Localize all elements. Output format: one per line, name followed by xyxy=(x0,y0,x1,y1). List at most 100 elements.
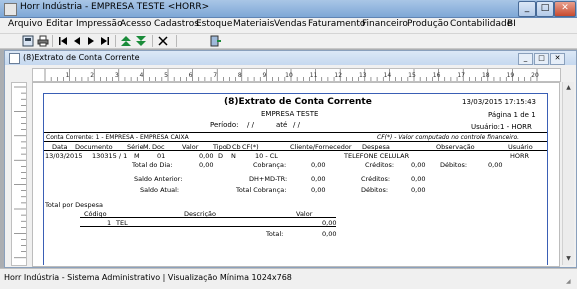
cancel-icon[interactable] xyxy=(157,35,169,47)
child-close-button[interactable]: ✕ xyxy=(550,53,565,65)
horizontal-ruler: 1 2 3 4 5 6 7 8 9 10 11 12 13 14 15 16 17 18 19 20 xyxy=(32,68,561,82)
columns-divider xyxy=(44,150,547,151)
child-maximize-button[interactable]: □ xyxy=(534,53,549,65)
dhmdtr-value: 0,00 xyxy=(311,175,326,183)
ruler-label: 15 xyxy=(408,72,416,79)
menu-vendas[interactable]: Vendas xyxy=(274,19,307,29)
menu-estoque[interactable]: Estoque xyxy=(196,19,232,29)
ruler-label: 11 xyxy=(310,72,318,79)
conta-divider xyxy=(44,141,547,142)
status-bar: Horr Indústria - Sistema Administrativo … xyxy=(0,268,577,289)
saldo-atual-label: Saldo Atual: xyxy=(140,186,180,194)
total-dia-value: 0,00 xyxy=(199,161,214,169)
report-page: (8)Extrato de Conta Corrente 13/03/2015 … xyxy=(32,82,560,267)
prev-page-icon[interactable] xyxy=(71,35,83,47)
menu-contabilidade[interactable]: Contabilidade xyxy=(450,19,512,29)
close-button[interactable]: ✕ xyxy=(554,1,576,17)
window-title: Horr Indústria - EMPRESA TESTE <HORR> xyxy=(20,2,210,12)
despesa-row-divider xyxy=(80,226,336,227)
row-cliente: 10 - CL xyxy=(255,152,278,160)
despesa-header-divider xyxy=(80,217,336,218)
report-icon xyxy=(9,53,20,64)
saldo-anterior-label: Saldo Anterior: xyxy=(134,175,183,183)
report-page-number: Página 1 de 1 xyxy=(488,111,536,119)
total-dia-label: Total do Dia: xyxy=(132,161,173,169)
close-preview-icon[interactable] xyxy=(22,35,34,47)
row-valor: 0,00 xyxy=(199,152,214,160)
ruler-label: 16 xyxy=(433,72,441,79)
menu-acesso[interactable]: Acesso xyxy=(120,19,151,29)
resize-grip-icon[interactable]: ◢ xyxy=(566,278,575,287)
despesa-total-value: 0,00 xyxy=(322,230,337,238)
print-icon[interactable] xyxy=(37,35,49,47)
row-tipo: D xyxy=(218,152,224,160)
status-text: Horr Indústria - Sistema Administrativo … xyxy=(4,273,292,282)
child-minimize-button[interactable]: _ xyxy=(518,53,533,65)
toolbar-separator xyxy=(52,35,53,47)
menu-impressao[interactable]: Impressão xyxy=(76,19,123,29)
ruler-label: 5 xyxy=(164,72,168,79)
menu-producao[interactable]: Produção xyxy=(407,19,449,29)
periodo-label: Período: xyxy=(210,121,239,129)
child-title-bar: (8)Extrato de Conta Corrente _ □ ✕ xyxy=(5,51,576,65)
minimize-button[interactable]: _ xyxy=(518,1,536,17)
debitos-label: Débitos: xyxy=(440,161,468,169)
ruler-label: 2 xyxy=(90,72,94,79)
ruler-label: 14 xyxy=(384,72,392,79)
window-controls: _ □ ✕ xyxy=(518,1,576,17)
ruler-label: 4 xyxy=(139,72,143,79)
creditos2-label: Créditos: xyxy=(361,175,391,183)
ruler-label: 3 xyxy=(115,72,119,79)
row-data: 13/03/2015 xyxy=(45,152,83,160)
vertical-ruler xyxy=(11,82,27,266)
first-page-icon[interactable] xyxy=(57,35,69,47)
debitos2-label: Débitos: xyxy=(361,186,389,194)
despesa-total-label: Total: xyxy=(266,230,284,238)
ruler-label: 13 xyxy=(359,72,367,79)
ruler-label: 12 xyxy=(334,72,342,79)
last-page-icon[interactable] xyxy=(99,35,111,47)
title-bar: Horr Indústria - EMPRESA TESTE <HORR> _ … xyxy=(0,0,577,18)
ruler-label: 10 xyxy=(285,72,293,79)
menu-financeiro[interactable]: Financeiro xyxy=(362,19,408,29)
menu-materiais[interactable]: Materiais xyxy=(233,19,274,29)
total-cobranca-label: Total Cobrança: xyxy=(236,186,287,194)
toolbar xyxy=(0,34,577,49)
menu-editar[interactable]: Editar xyxy=(46,19,73,29)
row-usuario: HORR xyxy=(510,152,530,160)
periodo-from: / / xyxy=(247,121,254,129)
report-preview-window: (8)Extrato de Conta Corrente _ □ ✕ 12 3 4 5… xyxy=(4,50,577,268)
scroll-down-icon[interactable]: ▼ xyxy=(564,254,573,263)
exit-icon[interactable] xyxy=(210,35,222,47)
menu-faturamento[interactable]: Faturamento xyxy=(308,19,365,29)
total-cobranca-value: 0,00 xyxy=(311,186,326,194)
scroll-up-icon[interactable]: ▲ xyxy=(564,83,573,92)
maximize-button[interactable]: □ xyxy=(536,1,554,17)
debitos2-value: 0,00 xyxy=(411,186,426,194)
header-divider xyxy=(44,132,547,133)
vertical-scrollbar[interactable]: ▲ ▼ xyxy=(562,82,574,265)
report-company: EMPRESA TESTE xyxy=(261,110,319,118)
dhmdtr-label: DH+MD-TR: xyxy=(249,175,288,183)
menu-bi[interactable]: BI xyxy=(507,19,516,29)
row-doc: 01 xyxy=(157,152,166,160)
zoom-out-icon[interactable] xyxy=(135,35,147,47)
menu-cadastros[interactable]: Cadastros xyxy=(154,19,199,29)
creditos-value: 0,00 xyxy=(411,161,426,169)
report-frame: (8)Extrato de Conta Corrente 13/03/2015 … xyxy=(43,93,548,265)
ruler-label: 19 xyxy=(507,72,515,79)
ruler-label: 18 xyxy=(482,72,490,79)
report-title: (8)Extrato de Conta Corrente xyxy=(224,97,372,107)
report-user: Usuário:1 - HORR xyxy=(471,123,532,131)
next-page-icon[interactable] xyxy=(85,35,97,47)
ruler-label: 6 xyxy=(189,72,193,79)
app-icon xyxy=(4,3,17,16)
ruler-label: 20 xyxy=(531,72,539,79)
debitos-value: 0,00 xyxy=(488,161,503,169)
cobranca-value: 0,00 xyxy=(311,161,326,169)
periodo-to: / / xyxy=(293,121,300,129)
zoom-in-icon[interactable] xyxy=(120,35,132,47)
periodo-ate-label: até xyxy=(276,121,288,129)
menu-arquivo[interactable]: Arquivo xyxy=(8,19,42,29)
ruler-label: 9 xyxy=(262,72,266,79)
